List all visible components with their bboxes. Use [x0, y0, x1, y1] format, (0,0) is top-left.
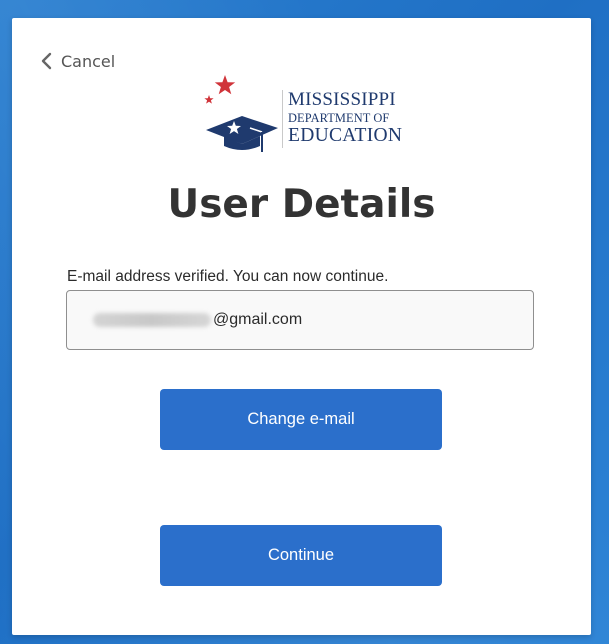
email-field: @gmail.com: [66, 290, 534, 350]
page-title: User Details: [167, 182, 436, 227]
chevron-left-icon: [41, 52, 52, 70]
logo-divider: [282, 90, 283, 148]
redacted-email-prefix: [93, 313, 211, 327]
change-email-label: Change e-mail: [247, 410, 355, 428]
verification-message: E-mail address verified. You can now con…: [67, 268, 389, 285]
logo-line-department: DEPARTMENT OF: [288, 111, 390, 125]
email-domain: @gmail.com: [213, 311, 303, 328]
continue-button[interactable]: Continue: [160, 525, 442, 586]
logo-text: MISSISSIPPI DEPARTMENT OF EDUCATION: [288, 90, 402, 146]
mde-logo: MISSISSIPPI DEPARTMENT OF EDUCATION: [194, 72, 414, 154]
continue-label: Continue: [267, 546, 335, 564]
change-email-button[interactable]: Change e-mail: [160, 389, 442, 450]
cancel-label: Cancel: [61, 51, 116, 71]
cancel-link[interactable]: Cancel: [40, 50, 115, 72]
user-details-card: Cancel MISSISSIPPI DEPARTMENT OF EDUCATI…: [12, 18, 591, 635]
logo-line-education: EDUCATION: [288, 125, 403, 147]
logo-line-state: MISSISSIPPI: [288, 89, 396, 110]
graduation-cap-icon: [204, 75, 278, 152]
